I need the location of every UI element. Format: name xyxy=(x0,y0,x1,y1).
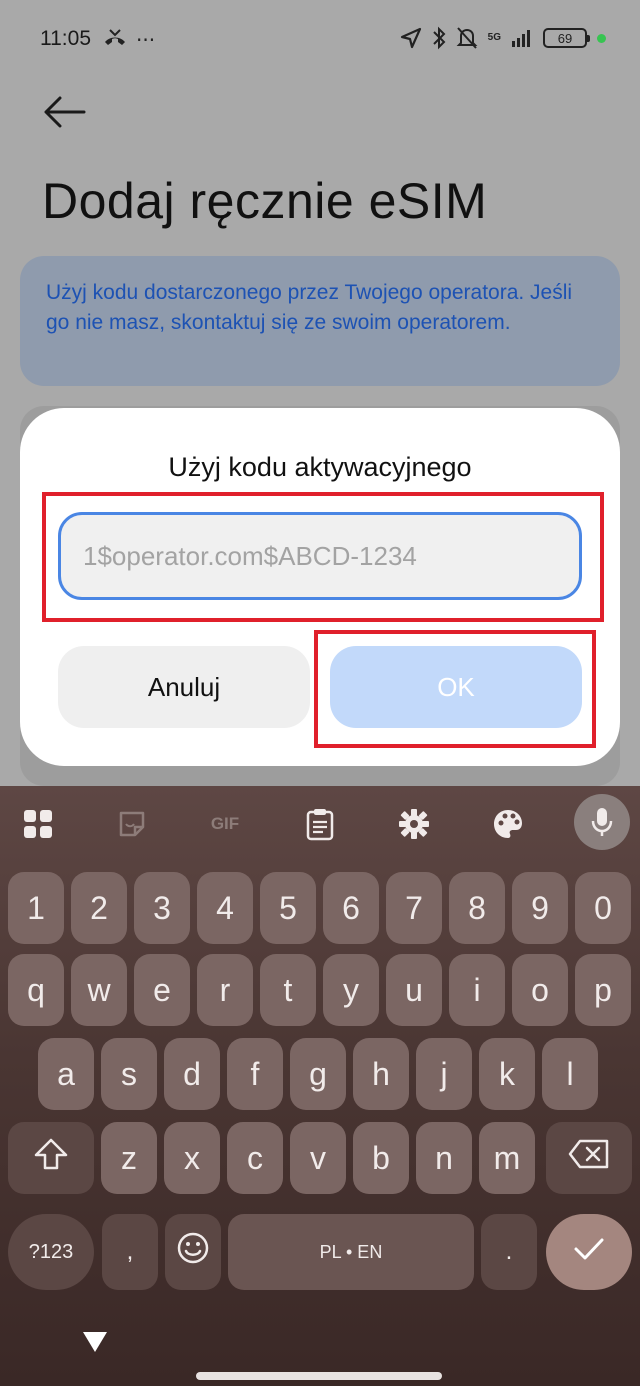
status-right-icons: 5G 69 xyxy=(400,26,606,50)
key-0[interactable]: 0 xyxy=(575,872,631,944)
dialog-title: Użyj kodu aktywacyjnego xyxy=(168,452,472,482)
key-h[interactable]: h xyxy=(353,1038,409,1110)
emoji-icon xyxy=(176,1231,210,1273)
privacy-indicator-dot xyxy=(597,33,606,43)
microphone-icon[interactable] xyxy=(574,794,630,850)
comma-key[interactable]: , xyxy=(102,1214,158,1290)
backspace-key[interactable] xyxy=(546,1122,632,1194)
network-type: 5G xyxy=(487,32,501,43)
key-i[interactable]: i xyxy=(449,954,505,1026)
activation-code-input[interactable] xyxy=(58,512,582,600)
key-n[interactable]: n xyxy=(416,1122,472,1194)
info-text: Użyj kodu dostarczonego przez Twojego op… xyxy=(46,281,573,334)
key-j[interactable]: j xyxy=(416,1038,472,1110)
key-f[interactable]: f xyxy=(227,1038,283,1110)
key-7[interactable]: 7 xyxy=(386,872,442,944)
shift-key[interactable] xyxy=(8,1122,94,1194)
gear-icon[interactable] xyxy=(394,804,434,844)
status-left-icons: ··· xyxy=(102,28,155,52)
key-u[interactable]: u xyxy=(386,954,442,1026)
key-5[interactable]: 5 xyxy=(260,872,316,944)
key-9[interactable]: 9 xyxy=(512,872,568,944)
key-t[interactable]: t xyxy=(260,954,316,1026)
enter-key[interactable] xyxy=(546,1214,632,1290)
key-b[interactable]: b xyxy=(353,1122,409,1194)
key-v[interactable]: v xyxy=(290,1122,346,1194)
sticker-icon[interactable] xyxy=(112,804,152,844)
period-key[interactable]: . xyxy=(481,1214,537,1290)
shift-icon xyxy=(33,1137,69,1179)
key-l[interactable]: l xyxy=(542,1038,598,1110)
key-s[interactable]: s xyxy=(101,1038,157,1110)
key-w[interactable]: w xyxy=(71,954,127,1026)
checkmark-icon xyxy=(572,1234,606,1271)
backspace-icon xyxy=(568,1139,610,1177)
clipboard-icon[interactable] xyxy=(300,804,340,844)
status-time: 11:05 xyxy=(40,27,91,50)
key-6[interactable]: 6 xyxy=(323,872,379,944)
key-c[interactable]: c xyxy=(227,1122,283,1194)
activation-code-dialog: Użyj kodu aktywacyjnego Anuluj OK xyxy=(20,408,620,766)
cancel-button[interactable]: Anuluj xyxy=(58,646,310,728)
bell-muted-icon xyxy=(456,26,478,50)
grid-icon[interactable] xyxy=(18,804,58,844)
missed-call-icon xyxy=(102,28,128,52)
key-d[interactable]: d xyxy=(164,1038,220,1110)
keyboard-toolbar: GIF xyxy=(0,786,640,862)
keyboard: GIF 1 2 3 4 5 6 7 8 9 0 q w e r t y u i … xyxy=(0,786,640,1386)
key-g[interactable]: g xyxy=(290,1038,346,1110)
key-a[interactable]: a xyxy=(38,1038,94,1110)
key-3[interactable]: 3 xyxy=(134,872,190,944)
status-bar: 11:05 ··· 5G 69 xyxy=(0,0,640,84)
page-title: Dodaj ręcznie eSIM xyxy=(42,173,488,229)
navigation-bar xyxy=(0,1306,640,1386)
battery-icon: 69 xyxy=(543,28,590,48)
key-y[interactable]: y xyxy=(323,954,379,1026)
key-4[interactable]: 4 xyxy=(197,872,253,944)
key-r[interactable]: r xyxy=(197,954,253,1026)
key-z[interactable]: z xyxy=(101,1122,157,1194)
key-o[interactable]: o xyxy=(512,954,568,1026)
bluetooth-icon xyxy=(432,26,446,50)
emoji-key[interactable] xyxy=(165,1214,221,1290)
key-1[interactable]: 1 xyxy=(8,872,64,944)
key-2[interactable]: 2 xyxy=(71,872,127,944)
key-e[interactable]: e xyxy=(134,954,190,1026)
gif-icon[interactable]: GIF xyxy=(198,804,252,844)
key-8[interactable]: 8 xyxy=(449,872,505,944)
hide-keyboard-icon[interactable] xyxy=(80,1328,110,1356)
more-notifications-icon: ··· xyxy=(136,28,156,52)
key-p[interactable]: p xyxy=(575,954,631,1026)
key-x[interactable]: x xyxy=(164,1122,220,1194)
palette-icon[interactable] xyxy=(488,804,528,844)
ok-button[interactable]: OK xyxy=(330,646,582,728)
key-q[interactable]: q xyxy=(8,954,64,1026)
location-icon xyxy=(400,27,422,49)
home-gesture-bar[interactable] xyxy=(196,1372,442,1380)
space-key[interactable]: PL • EN xyxy=(228,1214,474,1290)
symbols-key[interactable]: ?123 xyxy=(8,1214,94,1290)
back-arrow-icon[interactable] xyxy=(40,92,88,132)
signal-icon xyxy=(511,29,533,47)
key-m[interactable]: m xyxy=(479,1122,535,1194)
key-k[interactable]: k xyxy=(479,1038,535,1110)
info-box: Użyj kodu dostarczonego przez Twojego op… xyxy=(20,256,620,386)
